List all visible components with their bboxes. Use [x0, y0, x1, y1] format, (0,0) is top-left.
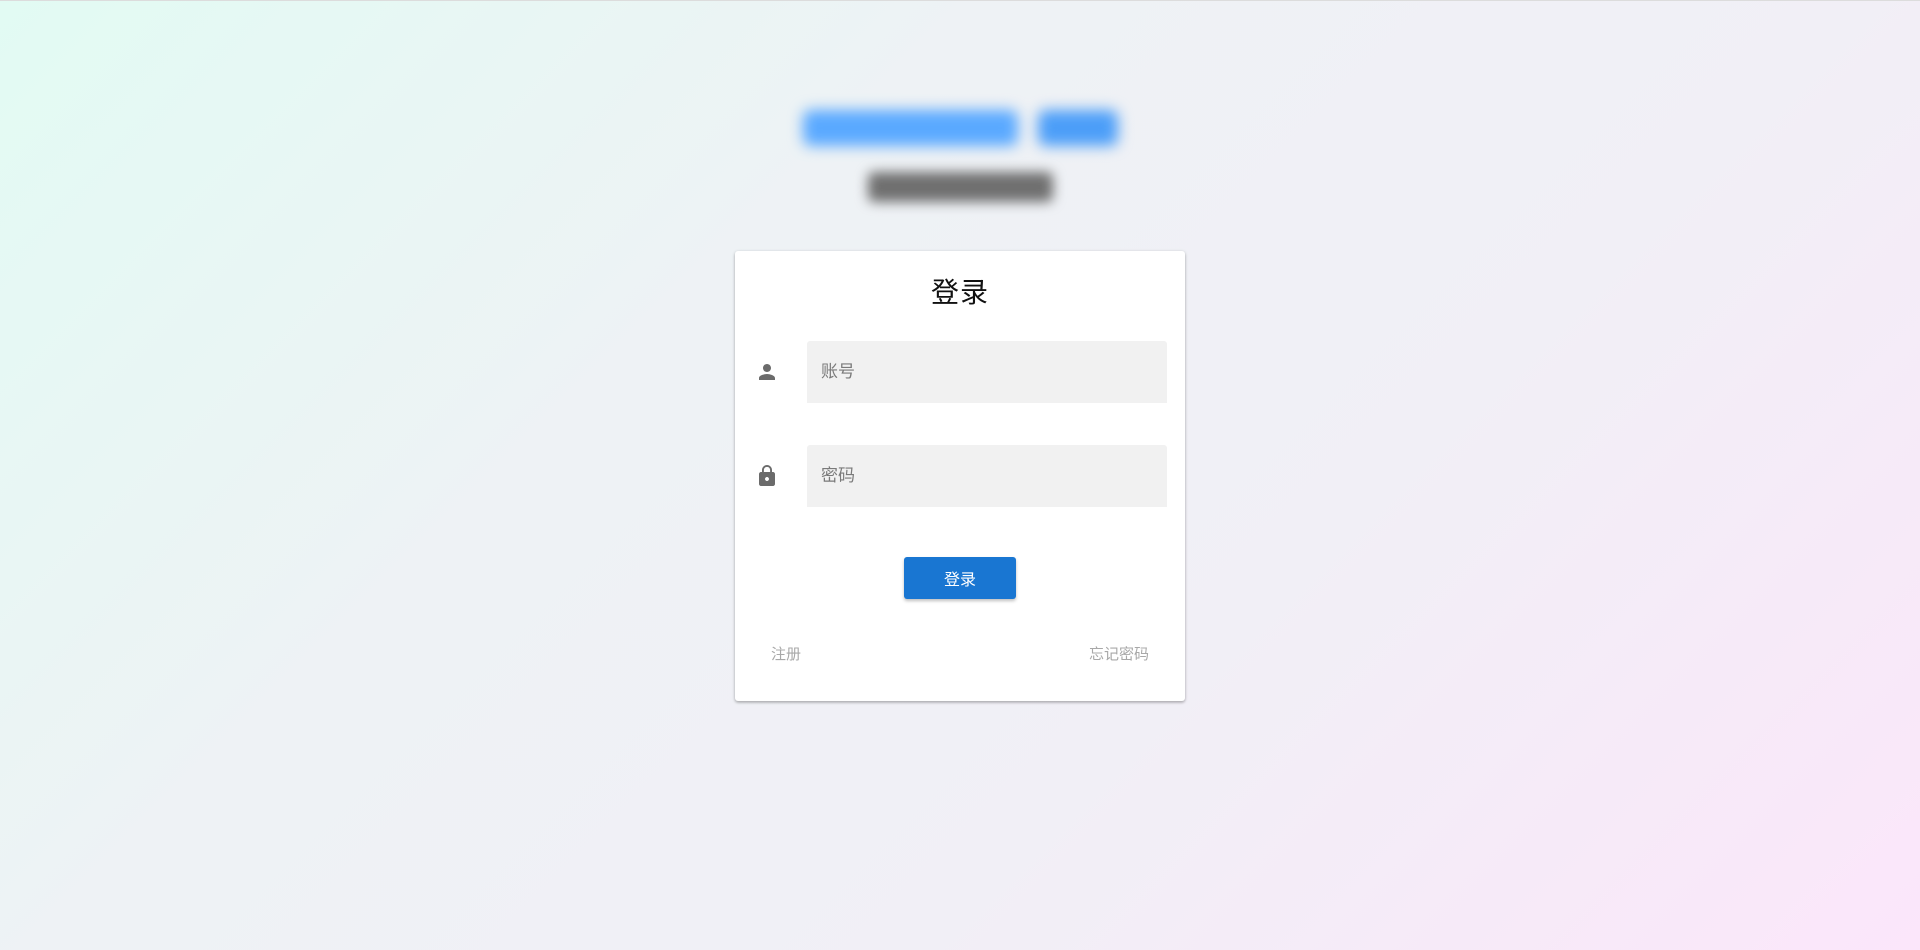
- blurred-logo: [802, 110, 1118, 146]
- blurred-logo-mark: [1037, 110, 1118, 146]
- login-title: 登录: [930, 276, 989, 309]
- blurred-logo-text: [802, 110, 1018, 146]
- person-icon: [755, 360, 779, 384]
- username-input[interactable]: [807, 341, 1167, 403]
- login-card: 登录 登录 注册 忘记密码: [735, 251, 1185, 701]
- blurred-subtitle: [867, 172, 1053, 202]
- username-row: [735, 341, 1185, 403]
- login-button[interactable]: 登录: [904, 557, 1016, 599]
- register-link[interactable]: 注册: [771, 643, 801, 664]
- lock-icon: [755, 464, 779, 488]
- brand-header: [0, 110, 1920, 202]
- password-row: [735, 445, 1185, 507]
- forgot-password-link[interactable]: 忘记密码: [1089, 643, 1149, 664]
- password-input[interactable]: [807, 445, 1167, 507]
- window-top-edge: [0, 0, 1920, 1]
